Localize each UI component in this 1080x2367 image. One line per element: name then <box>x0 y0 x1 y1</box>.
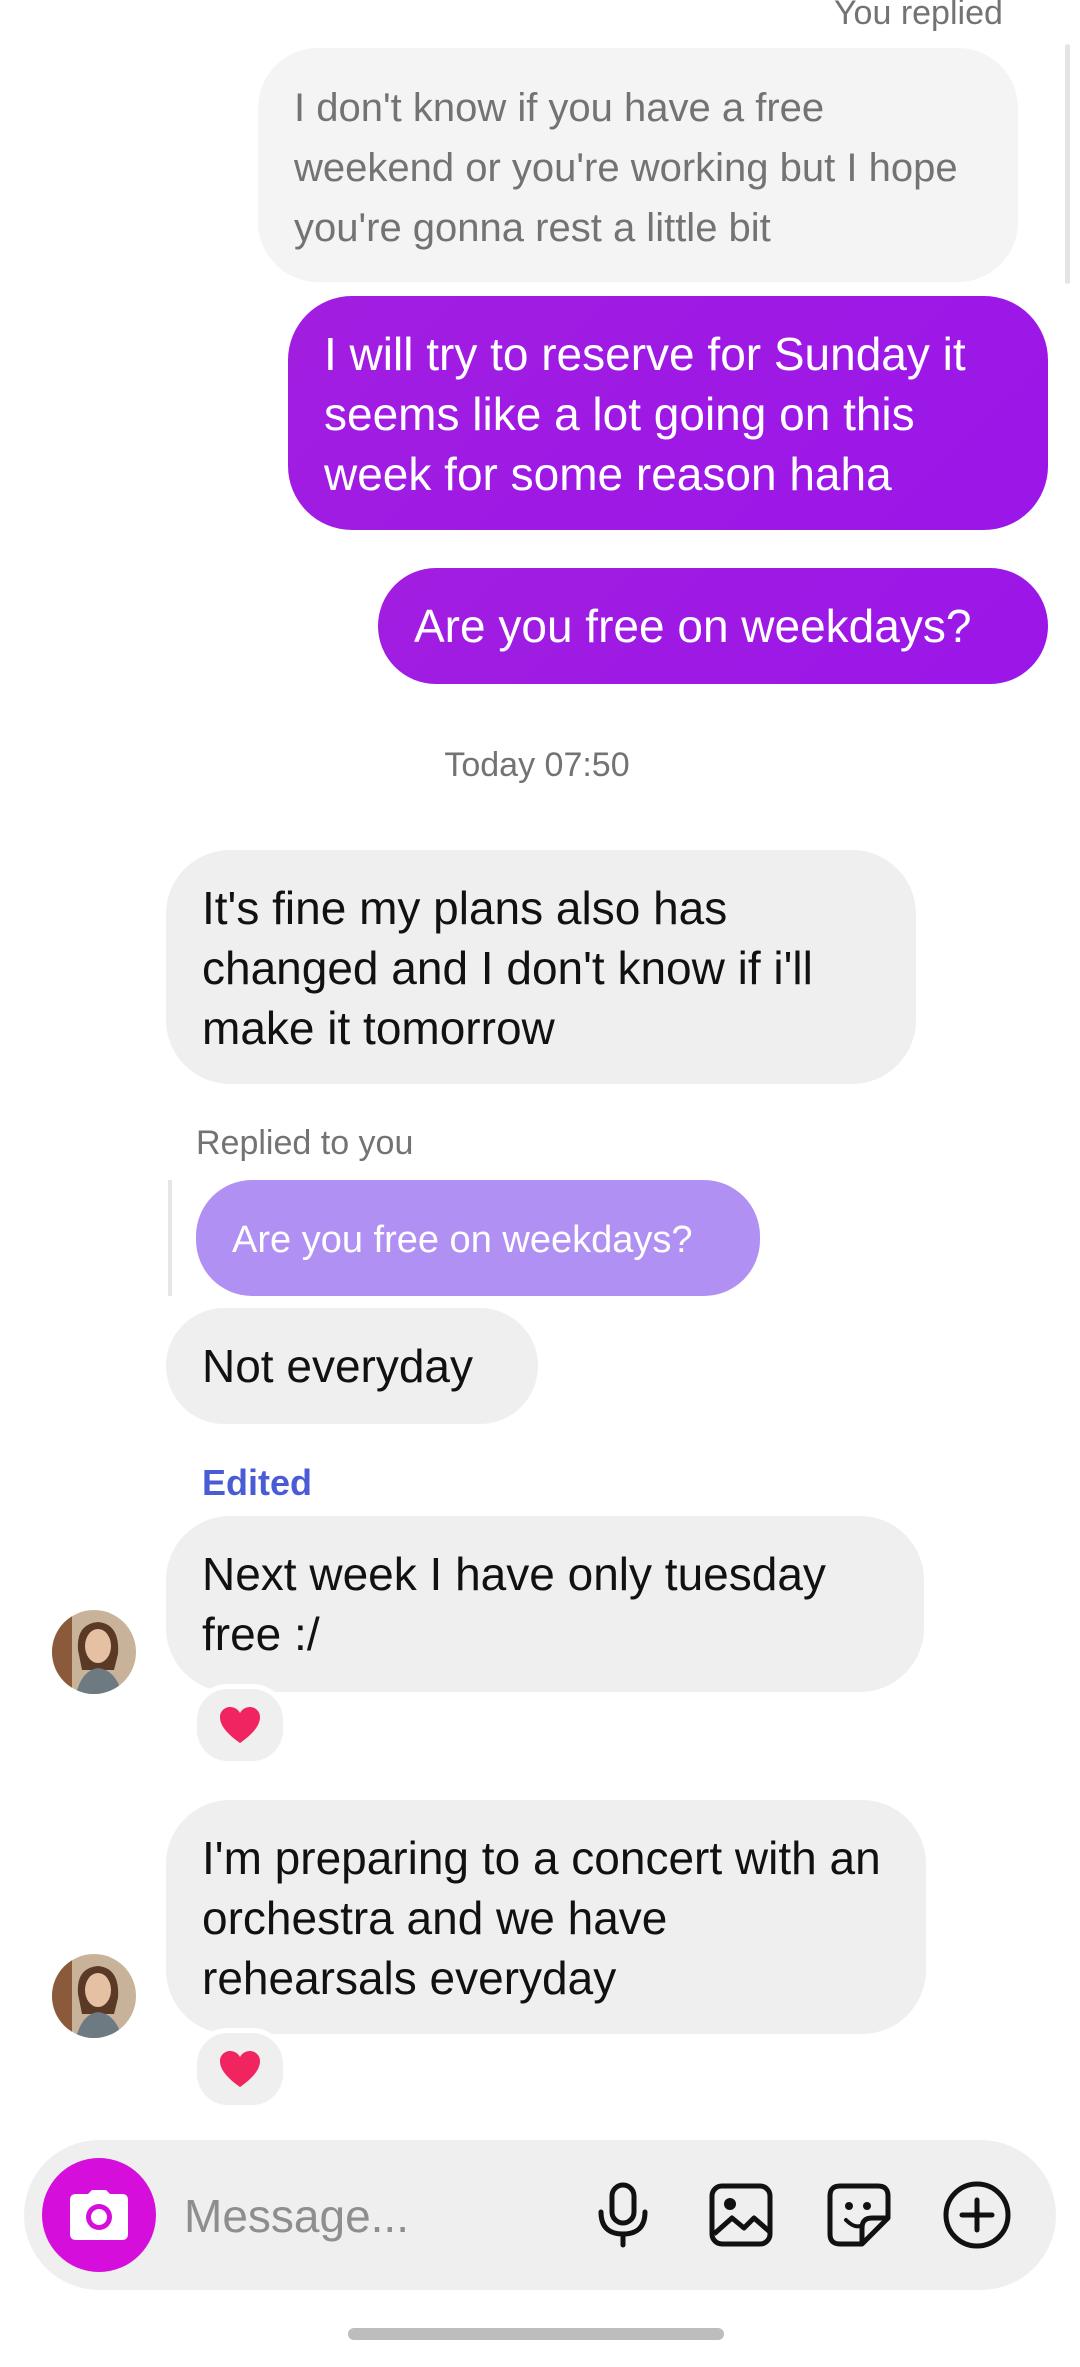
reply-indicator-line <box>168 1180 172 1296</box>
microphone-icon <box>598 2182 648 2248</box>
incoming-message[interactable]: Not everyday <box>166 1308 538 1424</box>
reply-preview[interactable]: Are you free on weekdays? <box>196 1180 760 1296</box>
more-button[interactable] <box>936 2174 1018 2256</box>
sticker-icon <box>827 2183 891 2247</box>
avatar[interactable] <box>52 1610 136 1694</box>
camera-icon <box>70 2190 128 2240</box>
timestamp: Today 07:50 <box>444 746 630 784</box>
plus-icon <box>943 2181 1011 2249</box>
message-composer <box>24 2140 1056 2290</box>
outgoing-message[interactable]: I will try to reserve for Sunday it seem… <box>288 296 1048 530</box>
heart-icon <box>220 1707 260 1743</box>
message-input[interactable] <box>182 2184 586 2248</box>
replied-to-label: Replied to you <box>196 1124 414 1162</box>
camera-button[interactable] <box>42 2158 156 2272</box>
you-replied-label: You replied <box>834 0 1003 32</box>
gallery-icon <box>709 2183 773 2247</box>
incoming-message[interactable]: Next week I have only tuesday free :/ <box>166 1516 924 1692</box>
quoted-message[interactable]: I don't know if you have a free weekend … <box>258 48 1018 282</box>
outgoing-message[interactable]: Are you free on weekdays? <box>378 568 1048 684</box>
avatar[interactable] <box>52 1954 136 2038</box>
gallery-button[interactable] <box>700 2174 782 2256</box>
incoming-message[interactable]: I'm preparing to a concert with an orche… <box>166 1800 926 2034</box>
sticker-button[interactable] <box>818 2174 900 2256</box>
reaction[interactable] <box>192 2028 288 2110</box>
reaction[interactable] <box>192 1684 288 1766</box>
microphone-button[interactable] <box>582 2174 664 2256</box>
incoming-message[interactable]: It's fine my plans also has changed and … <box>166 850 916 1084</box>
heart-icon <box>220 2051 260 2087</box>
home-indicator[interactable] <box>348 2328 724 2340</box>
scrollbar[interactable] <box>1065 44 1070 284</box>
edited-label: Edited <box>202 1462 313 1503</box>
